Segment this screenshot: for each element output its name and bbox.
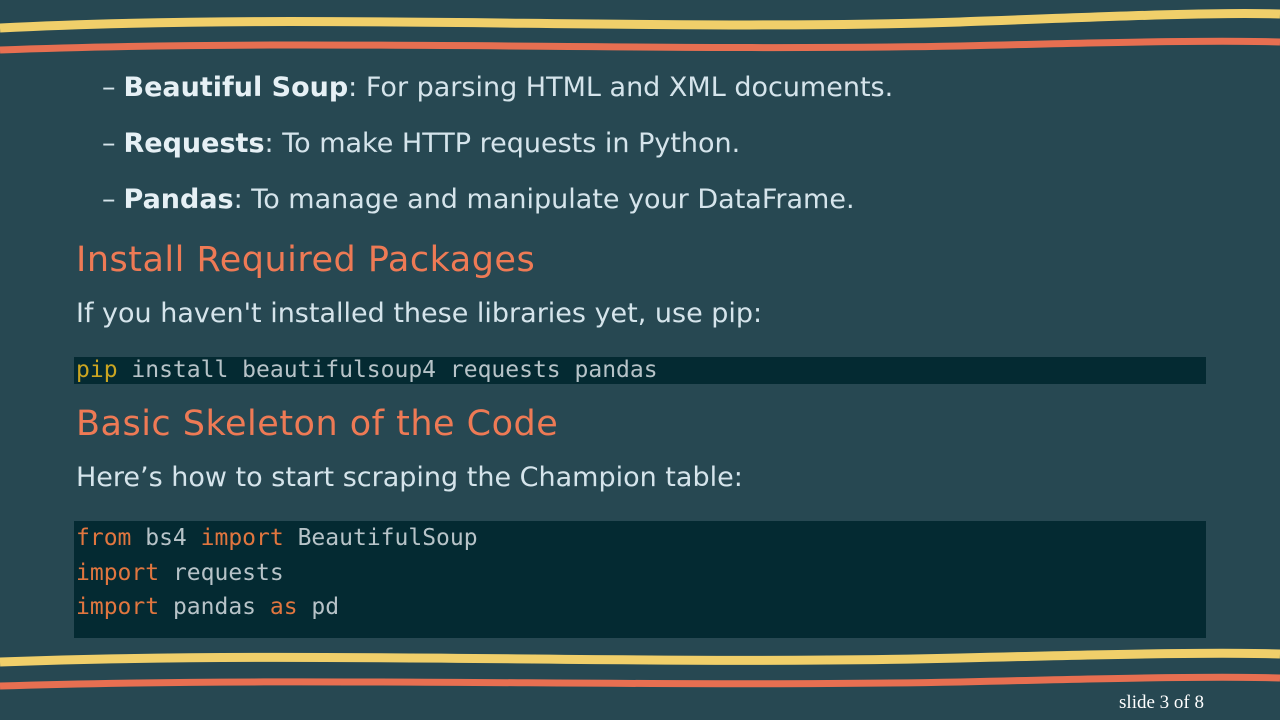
code-line: import pandas as pd xyxy=(74,590,1206,625)
install-instructions-text: If you haven't installed these libraries… xyxy=(76,298,763,329)
skeleton-code-block: from bs4 import BeautifulSoup import requ… xyxy=(74,521,1206,638)
bullet-term: Pandas xyxy=(123,184,234,215)
bullet-dash: – xyxy=(102,184,116,215)
code-line: from bs4 import BeautifulSoup xyxy=(74,521,1206,556)
bullet-description: : To make HTTP requests in Python. xyxy=(264,128,741,159)
install-packages-heading: Install Required Packages xyxy=(76,240,536,280)
code-keyword: import xyxy=(76,559,160,586)
install-code-block: pip install beautifulsoup4 requests pand… xyxy=(74,357,1206,384)
bullet-term: Beautiful Soup xyxy=(123,72,349,103)
code-text: pd xyxy=(297,594,340,620)
skeleton-intro-text: Here’s how to start scraping the Champio… xyxy=(76,462,743,493)
list-item: – Beautiful Soup: For parsing HTML and XM… xyxy=(102,66,893,122)
code-text: install beautifulsoup4 requests pandas xyxy=(117,357,658,383)
bullet-dash: – xyxy=(102,128,116,159)
code-text: requests xyxy=(159,559,284,586)
list-item: – Requests: To make HTTP requests in Pyth… xyxy=(102,122,893,178)
code-text: BeautifulSoup xyxy=(283,525,478,551)
skeleton-heading: Basic Skeleton of the Code xyxy=(76,404,559,444)
bullet-dash: – xyxy=(102,72,116,103)
code-command: pip xyxy=(76,357,118,383)
slide-number: slide 3 of 8 xyxy=(1119,692,1204,713)
code-text: bs4 xyxy=(131,525,201,551)
library-list: – Beautiful Soup: For parsing HTML and XM… xyxy=(102,66,893,234)
code-keyword: as xyxy=(269,594,298,620)
code-keyword: import xyxy=(200,525,284,551)
code-keyword: import xyxy=(76,594,160,620)
code-text: pandas xyxy=(159,594,270,620)
bottom-wave-decoration xyxy=(0,648,1280,690)
top-wave-decoration xyxy=(0,8,1280,54)
bullet-description: : For parsing HTML and XML documents. xyxy=(348,72,894,103)
list-item: – Pandas: To manage and manipulate your D… xyxy=(102,178,893,234)
code-line: import requests xyxy=(74,556,1206,591)
bullet-term: Requests xyxy=(123,128,265,159)
code-line: pip install beautifulsoup4 requests pand… xyxy=(74,357,1206,384)
bullet-description: : To manage and manipulate your DataFram… xyxy=(233,184,855,215)
code-keyword: from xyxy=(76,525,132,551)
